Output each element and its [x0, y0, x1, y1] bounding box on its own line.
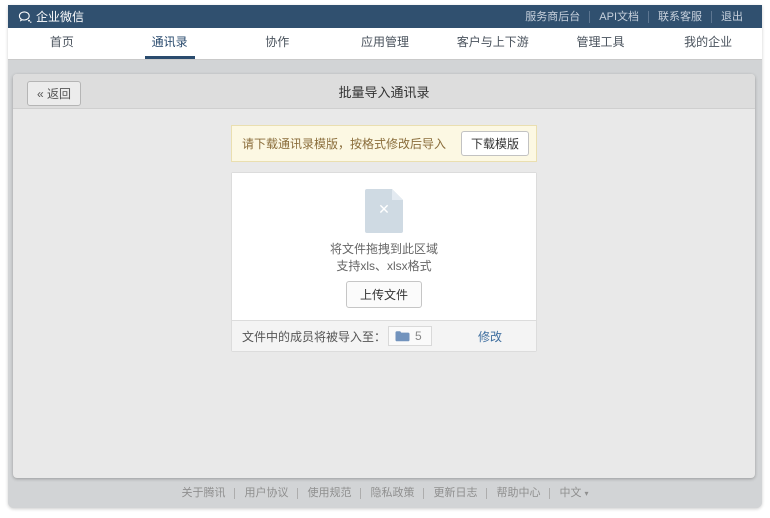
- footer-link-user-agreement[interactable]: 用户协议: [234, 488, 297, 499]
- excel-file-icon: ✕: [365, 189, 403, 233]
- import-target-row: 文件中的成员将被导入至： 5 修改: [232, 320, 536, 351]
- drop-hint: 将文件拖拽到此区域 支持xls、xlsx格式: [232, 241, 536, 275]
- contact-support-link[interactable]: 联系客服: [648, 11, 711, 23]
- download-template-button[interactable]: 下载模版: [461, 131, 529, 156]
- tab-collaboration[interactable]: 协作: [223, 28, 331, 59]
- language-selector[interactable]: 中文 ▾: [549, 488, 597, 499]
- template-notice-bar: 请下载通讯录模版，按格式修改后导入 下载模版: [231, 125, 537, 162]
- import-column: 请下载通讯录模版，按格式修改后导入 下载模版 ✕ 将文件拖拽到此区域 支持xls…: [231, 125, 537, 352]
- topbar-links: 服务商后台 API文档 联系客服 退出: [516, 11, 752, 23]
- upload-file-button[interactable]: 上传文件: [346, 281, 422, 308]
- excel-x-glyph: ✕: [365, 202, 403, 216]
- logout-link[interactable]: 退出: [711, 11, 752, 23]
- main-nav: 首页 通讯录 协作 应用管理 客户与上下游 管理工具 我的企业: [8, 28, 762, 60]
- back-arrows-icon: «: [37, 87, 44, 101]
- folder-icon: [395, 330, 410, 342]
- panel-header: « 返回 批量导入通讯录: [13, 74, 755, 109]
- tab-app-management[interactable]: 应用管理: [331, 28, 439, 59]
- caret-down-icon: ▾: [584, 488, 588, 499]
- tab-contacts[interactable]: 通讯录: [116, 28, 224, 59]
- footer-link-privacy[interactable]: 隐私政策: [360, 488, 423, 499]
- drop-hint-line1: 将文件拖拽到此区域: [232, 241, 536, 258]
- footer-link-about[interactable]: 关于腾讯: [172, 488, 234, 499]
- upload-card: ✕ 将文件拖拽到此区域 支持xls、xlsx格式 上传文件 文件中的成员将被导入…: [231, 172, 537, 352]
- footer-link-usage-rules[interactable]: 使用规范: [297, 488, 360, 499]
- language-label: 中文: [559, 488, 581, 499]
- tab-home[interactable]: 首页: [8, 28, 116, 59]
- drop-hint-line2: 支持xls、xlsx格式: [232, 258, 536, 275]
- app-logo: 企业微信: [18, 8, 84, 25]
- footer: 关于腾讯 用户协议 使用规范 隐私政策 更新日志 帮助中心 中文 ▾: [8, 488, 762, 499]
- import-panel: « 返回 批量导入通讯录 请下载通讯录模版，按格式修改后导入 下载模版 ✕: [13, 74, 755, 478]
- api-docs-link[interactable]: API文档: [589, 11, 648, 23]
- department-badge: 5: [388, 326, 432, 346]
- tab-my-company[interactable]: 我的企业: [654, 28, 762, 59]
- topbar: 企业微信 服务商后台 API文档 联系客服 退出: [8, 5, 762, 28]
- footer-link-help-center[interactable]: 帮助中心: [486, 488, 549, 499]
- footer-link-changelog[interactable]: 更新日志: [423, 488, 486, 499]
- content-area: « 返回 批量导入通讯录 请下载通讯录模版，按格式修改后导入 下载模版 ✕: [8, 60, 762, 508]
- back-button[interactable]: « 返回: [27, 81, 81, 106]
- import-target-label: 文件中的成员将被导入至：: [242, 328, 386, 345]
- modify-target-link[interactable]: 修改: [478, 328, 502, 345]
- department-badge-value: 5: [415, 329, 422, 343]
- app-window: 企业微信 服务商后台 API文档 联系客服 退出 首页 通讯录 协作 应用管理 …: [8, 5, 762, 508]
- wework-logo-icon: [18, 10, 32, 24]
- tab-customers[interactable]: 客户与上下游: [439, 28, 547, 59]
- tab-admin-tools[interactable]: 管理工具: [547, 28, 655, 59]
- app-logo-text: 企业微信: [36, 8, 84, 25]
- page-title: 批量导入通讯录: [338, 82, 429, 101]
- template-notice-text: 请下载通讯录模版，按格式修改后导入: [242, 135, 446, 152]
- back-button-label: 返回: [47, 87, 71, 101]
- provider-console-link[interactable]: 服务商后台: [516, 11, 589, 23]
- file-drop-zone[interactable]: ✕ 将文件拖拽到此区域 支持xls、xlsx格式 上传文件: [232, 173, 536, 320]
